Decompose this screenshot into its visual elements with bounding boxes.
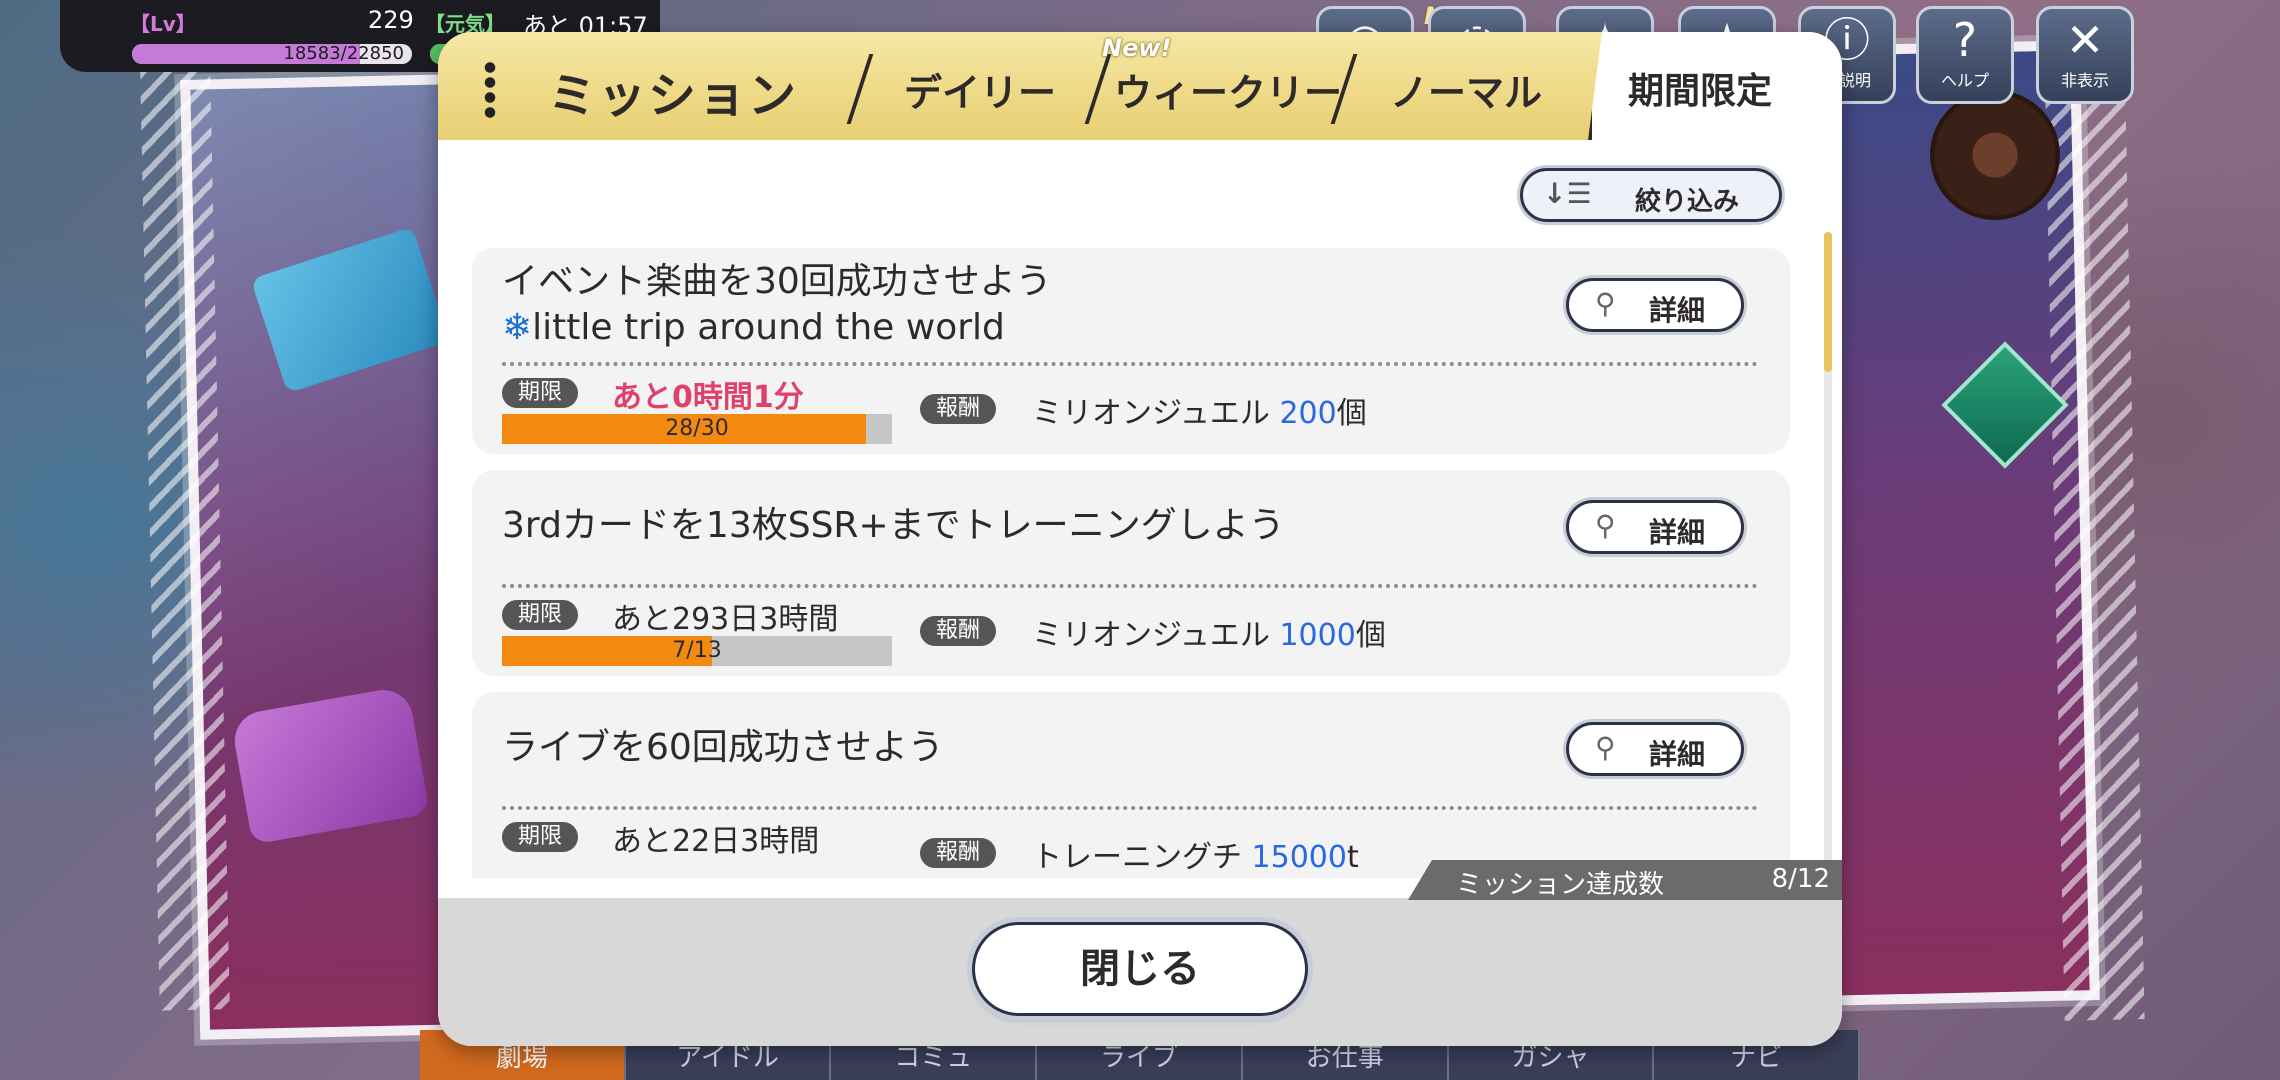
- reward-name: ミリオンジュエル: [1032, 618, 1270, 653]
- help-button[interactable]: ? ヘルプ: [1916, 6, 2014, 104]
- sort-filter-icon: ↓☰: [1543, 177, 1592, 210]
- tab-daily[interactable]: デイリー: [904, 62, 1056, 117]
- detail-button-label: 詳細: [1649, 516, 1706, 549]
- mission-reward: ミリオンジュエル 200個: [1032, 388, 1367, 432]
- reward-unit: 個: [1355, 618, 1386, 653]
- reward-unit: t: [1346, 840, 1359, 875]
- deadline-pill: 期限: [502, 822, 579, 852]
- close-icon: ✕: [2065, 13, 2105, 67]
- tab-separator: [1084, 54, 1112, 124]
- achievement-count: 8/12: [1771, 864, 1830, 894]
- mission-deadline: あと0時間1分: [612, 380, 804, 415]
- detail-button-label: 詳細: [1649, 294, 1706, 327]
- mission-reward: ミリオンジュエル 1000個: [1032, 610, 1386, 654]
- detail-button[interactable]: ⚲ 詳細: [1566, 500, 1744, 554]
- detail-button-label: 詳細: [1649, 738, 1706, 771]
- search-icon: ⚲: [1595, 731, 1616, 764]
- reward-unit: 個: [1336, 396, 1367, 431]
- search-icon: ⚲: [1595, 287, 1616, 320]
- mission-title: イベント楽曲を30回成功させよう: [502, 261, 1052, 302]
- list-scrollbar-thumb[interactable]: [1824, 232, 1832, 372]
- tab-weekly[interactable]: ウィークリー: [1114, 62, 1342, 117]
- divider: [502, 362, 1758, 366]
- detail-button[interactable]: ⚲ 詳細: [1566, 722, 1744, 776]
- divider: [502, 806, 1758, 810]
- reward-amount: 200: [1279, 396, 1337, 431]
- reward-name: トレーニングチ: [1032, 840, 1242, 875]
- exp-bar: 18583/22850: [132, 44, 412, 64]
- filter-button-label: 絞り込み: [1635, 187, 1740, 217]
- detail-button[interactable]: ⚲ 詳細: [1566, 278, 1744, 332]
- help-icon: ?: [1952, 13, 1978, 67]
- mission-title: ライブを60回成功させよう: [502, 727, 944, 768]
- divider: [502, 584, 1758, 588]
- achievement-label: ミッション達成数: [1456, 870, 1665, 900]
- tab-separator: [846, 54, 874, 124]
- mission-dialog: ミッション デイリー New! ウィークリー ノーマル 期間限定 ↓☰ 絞り込み…: [438, 32, 1842, 1046]
- filter-button[interactable]: ↓☰ 絞り込み: [1520, 168, 1782, 222]
- mission-reward: トレーニングチ 15000t: [1032, 832, 1359, 876]
- mission-tab-bar: ミッション デイリー New! ウィークリー ノーマル 期間限定: [438, 32, 1842, 140]
- hide-button[interactable]: ✕ 非表示: [2036, 6, 2134, 104]
- progress-text: 28/30: [665, 416, 729, 441]
- drag-handle-icon[interactable]: [478, 60, 502, 120]
- snowflake-icon: ❄: [502, 307, 533, 348]
- reward-pill: 報酬: [920, 616, 997, 646]
- level-label: 【Lv】: [130, 12, 196, 36]
- background-donut: [1930, 90, 2060, 220]
- deadline-pill: 期限: [502, 378, 579, 408]
- hide-button-label: 非表示: [2060, 71, 2109, 90]
- tab-limited[interactable]: 期間限定: [1588, 32, 1842, 140]
- mission-item: イベント楽曲を30回成功させよう ❄little trip around the…: [472, 248, 1790, 454]
- tab-normal[interactable]: ノーマル: [1390, 62, 1542, 117]
- mission-list: イベント楽曲を30回成功させよう ❄little trip around the…: [472, 248, 1790, 878]
- weekly-new-badge: New!: [1102, 34, 1172, 62]
- mission-deadline: あと293日3時間: [612, 602, 839, 637]
- reward-amount: 1000: [1279, 618, 1356, 653]
- reward-amount: 15000: [1251, 840, 1347, 875]
- mission-item: ライブを60回成功させよう ⚲ 詳細 期限 あと22日3時間 報酬 トレーニング…: [472, 692, 1790, 878]
- reward-pill: 報酬: [920, 394, 997, 424]
- mission-title: 3rdカードを13枚SSR+までトレーニングしよう: [502, 505, 1285, 546]
- close-button[interactable]: 閉じる: [972, 922, 1308, 1016]
- search-icon: ⚲: [1595, 509, 1616, 542]
- progress-bar: 7/13: [502, 636, 892, 666]
- dialog-title: ミッション: [548, 68, 799, 124]
- mission-item: 3rdカードを13枚SSR+までトレーニングしよう ⚲ 詳細 期限 あと293日…: [472, 470, 1790, 676]
- mission-song-title: little trip around the world: [532, 307, 1005, 348]
- level-value: 229: [368, 6, 414, 34]
- progress-bar: 28/30: [502, 414, 892, 444]
- tab-limited-label: 期間限定: [1628, 71, 1773, 112]
- reward-pill: 報酬: [920, 838, 997, 868]
- exp-text: 18583/22850: [283, 44, 404, 64]
- mission-deadline: あと22日3時間: [612, 824, 820, 859]
- progress-text: 7/13: [672, 638, 722, 663]
- deadline-pill: 期限: [502, 600, 579, 630]
- achievement-counter: ミッション達成数 8/12: [1408, 860, 1842, 900]
- help-button-label: ヘルプ: [1940, 71, 1989, 90]
- mission-subtitle: ❄little trip around the world: [502, 304, 1005, 352]
- reward-name: ミリオンジュエル: [1032, 396, 1270, 431]
